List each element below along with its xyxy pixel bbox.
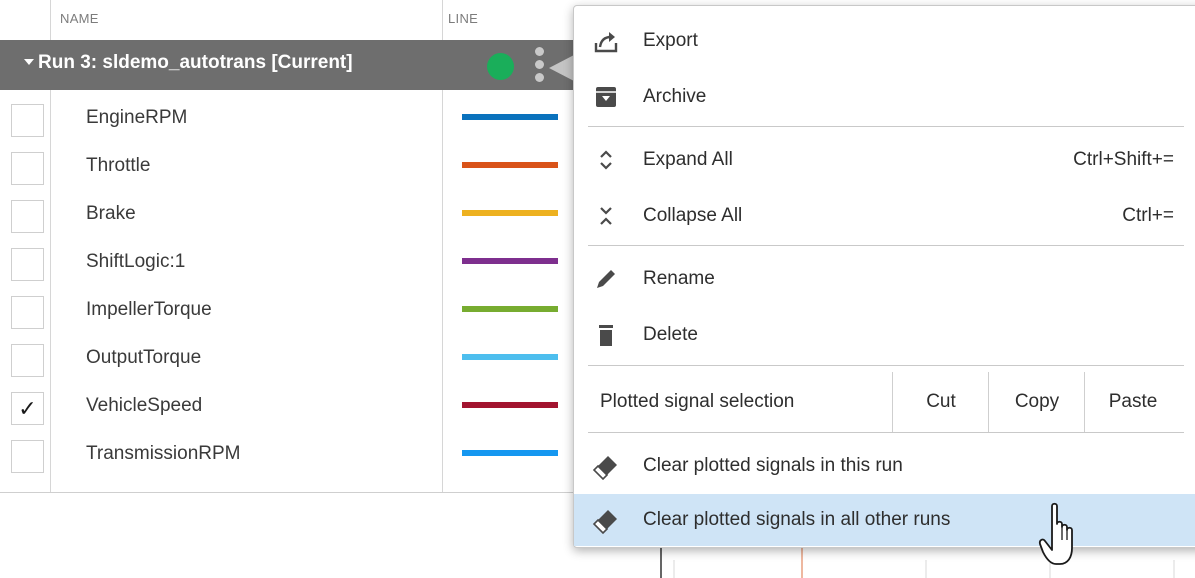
- menu-pointer: [549, 55, 574, 81]
- collapse-all-icon: [600, 207, 612, 225]
- signal-checkbox[interactable]: [11, 296, 44, 329]
- line-column-header[interactable]: LINE: [448, 11, 478, 26]
- signal-checkbox[interactable]: [11, 440, 44, 473]
- menu-separator: [588, 126, 1184, 127]
- menu-item-delete[interactable]: Delete: [574, 307, 1195, 363]
- run-context-menu: Export Archive Expand All Ctrl+Shift+= C…: [573, 5, 1195, 548]
- signal-table: NAME LINE Run 3: sldemo_autotrans [Curre…: [0, 0, 590, 578]
- signal-row[interactable]: EngineRPM: [0, 93, 590, 141]
- signal-row[interactable]: ShiftLogic:1: [0, 237, 590, 285]
- line-color-swatch[interactable]: [462, 402, 558, 408]
- paste-button[interactable]: Paste: [1084, 372, 1181, 432]
- export-icon: [594, 32, 618, 53]
- menu-item-collapse-all-label: Collapse All: [643, 205, 743, 226]
- menu-item-clear-other-runs-label: Clear plotted signals in all other runs: [643, 509, 951, 530]
- menu-item-rename-label: Rename: [643, 268, 715, 289]
- signal-name: VehicleSpeed: [86, 395, 203, 416]
- pencil-icon: [597, 270, 615, 288]
- line-color-swatch[interactable]: [462, 306, 558, 312]
- signal-checkbox[interactable]: ✓: [11, 392, 44, 425]
- plotted-signal-selection-label: Plotted signal selection: [600, 391, 795, 412]
- menu-separator: [588, 432, 1184, 433]
- run-name: Run 3: sldemo_autotrans [Current]: [38, 52, 353, 73]
- signal-checkbox[interactable]: [11, 104, 44, 137]
- signal-row[interactable]: Throttle: [0, 141, 590, 189]
- expand-all-icon: [600, 150, 612, 170]
- menu-separator: [588, 365, 1184, 366]
- expand-all-shortcut: Ctrl+Shift+=: [1073, 149, 1174, 170]
- menu-item-clear-this-run[interactable]: Clear plotted signals in this run: [574, 438, 1195, 494]
- run-row[interactable]: Run 3: sldemo_autotrans [Current]: [0, 40, 590, 90]
- signal-checkbox[interactable]: [11, 200, 44, 233]
- menu-item-export-label: Export: [643, 30, 698, 51]
- eraser-icon: [592, 456, 617, 480]
- plotted-signal-selection-row: Plotted signal selection Cut Copy Paste: [574, 372, 1195, 432]
- name-column-header[interactable]: NAME: [60, 11, 99, 26]
- line-color-swatch[interactable]: [462, 162, 558, 168]
- trash-icon: [599, 325, 613, 346]
- eraser-icon: [592, 510, 617, 534]
- menu-item-expand-all-label: Expand All: [643, 149, 733, 170]
- menu-item-clear-other-runs[interactable]: Clear plotted signals in all other runs: [574, 494, 1195, 546]
- signal-name: Brake: [86, 203, 136, 224]
- collapse-all-shortcut: Ctrl+=: [1122, 205, 1174, 226]
- line-color-swatch[interactable]: [462, 450, 558, 456]
- signal-name: TransmissionRPM: [86, 443, 241, 464]
- menu-item-rename[interactable]: Rename: [574, 251, 1195, 307]
- signal-name: ImpellerTorque: [86, 299, 212, 320]
- copy-button[interactable]: Copy: [988, 372, 1085, 432]
- signal-checkbox[interactable]: [11, 248, 44, 281]
- cut-button[interactable]: Cut: [892, 372, 989, 432]
- signal-name: EngineRPM: [86, 107, 188, 128]
- line-color-swatch[interactable]: [462, 354, 558, 360]
- signal-checkbox[interactable]: [11, 152, 44, 185]
- menu-item-collapse-all[interactable]: Collapse All Ctrl+=: [574, 188, 1195, 244]
- run-status-indicator: [487, 53, 514, 80]
- line-color-swatch[interactable]: [462, 210, 558, 216]
- menu-item-archive[interactable]: Archive: [574, 69, 1195, 125]
- menu-item-expand-all[interactable]: Expand All Ctrl+Shift+=: [574, 132, 1195, 188]
- signal-row[interactable]: Brake: [0, 189, 590, 237]
- line-color-swatch[interactable]: [462, 258, 558, 264]
- signal-row[interactable]: TransmissionRPM: [0, 429, 590, 477]
- signal-name: OutputTorque: [86, 347, 202, 368]
- signal-checkbox[interactable]: [11, 344, 44, 377]
- signal-row[interactable]: ImpellerTorque: [0, 285, 590, 333]
- menu-item-delete-label: Delete: [643, 324, 698, 345]
- signal-name: Throttle: [86, 155, 151, 176]
- menu-separator: [588, 245, 1184, 246]
- collapse-caret-icon[interactable]: [24, 59, 34, 65]
- signal-row[interactable]: ✓ VehicleSpeed: [0, 381, 590, 429]
- line-color-swatch[interactable]: [462, 114, 558, 120]
- signal-name: ShiftLogic:1: [86, 251, 186, 272]
- hand-pointer-cursor-icon: [1038, 502, 1073, 565]
- signal-row[interactable]: OutputTorque: [0, 333, 590, 381]
- archive-icon: [596, 87, 616, 107]
- table-bottom-border: [0, 492, 590, 493]
- menu-item-export[interactable]: Export: [574, 13, 1195, 69]
- run-options-kebab-icon[interactable]: [534, 45, 546, 85]
- column-header: NAME LINE: [0, 0, 590, 41]
- menu-item-archive-label: Archive: [643, 86, 707, 107]
- menu-item-clear-this-run-label: Clear plotted signals in this run: [643, 455, 903, 476]
